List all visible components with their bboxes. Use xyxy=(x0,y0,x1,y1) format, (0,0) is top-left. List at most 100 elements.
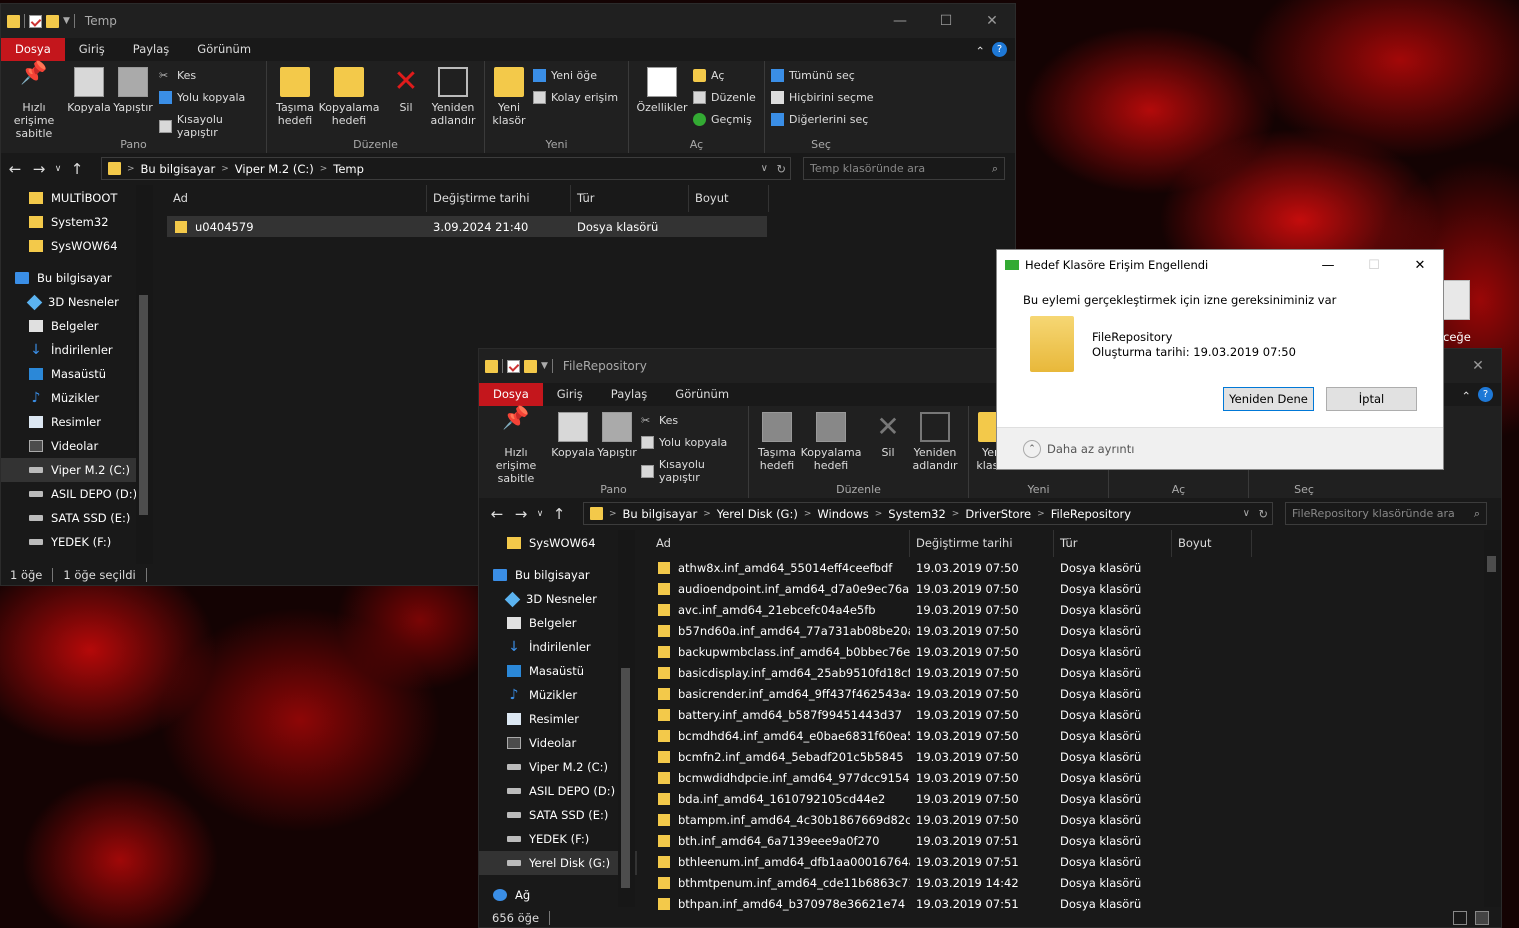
properties-button[interactable]: Özellikler xyxy=(636,67,688,114)
sidebar-item[interactable]: Belgeler xyxy=(479,611,637,635)
desktop-file-label[interactable]: ceğe xyxy=(1443,330,1471,344)
up-arrow-icon[interactable]: ↑ xyxy=(65,160,89,178)
sidebar-item[interactable]: ♪ Müzikler xyxy=(1,386,153,410)
sidebar-item[interactable]: Ağ xyxy=(479,883,637,907)
collapse-ribbon-icon[interactable]: ⌃ xyxy=(975,40,985,63)
paste-button[interactable]: Yapıştır xyxy=(597,412,637,459)
table-row[interactable]: bcmdhd64.inf_amd64_e0bae6831f60ea5f 19.03… xyxy=(650,725,1250,746)
back-arrow-icon[interactable]: ← xyxy=(3,160,27,178)
table-row[interactable]: bthleenum.inf_amd64_dfb1aa00016764af 19.0… xyxy=(650,851,1250,872)
select-all-button[interactable]: Tümünü seç xyxy=(771,69,855,82)
recent-locations-icon[interactable]: ∨ xyxy=(533,509,547,519)
move-to-button[interactable]: Taşıma hedefi xyxy=(275,67,315,127)
tab-home[interactable]: Giriş xyxy=(65,38,119,61)
tab-file[interactable]: Dosya xyxy=(479,383,543,406)
sidebar-item[interactable]: 3D Nesneler xyxy=(479,587,637,611)
paste-shortcut-button[interactable]: Kısayolu yapıştır xyxy=(641,458,748,484)
close-button[interactable]: ✕ xyxy=(969,4,1015,38)
help-icon[interactable]: ? xyxy=(992,42,1007,57)
table-row[interactable]: bda.inf_amd64_1610792105cd44e2 19.03.2019… xyxy=(650,788,1250,809)
chevron-down-icon[interactable]: ▼ xyxy=(63,16,70,26)
retry-button[interactable]: Yeniden Dene xyxy=(1223,387,1314,411)
table-row[interactable]: battery.inf_amd64_b587f99451443d37 19.03.… xyxy=(650,704,1250,725)
refresh-icon[interactable]: ↻ xyxy=(776,162,786,176)
tab-share[interactable]: Paylaş xyxy=(119,38,184,61)
scroll-thumb[interactable] xyxy=(621,668,630,888)
breadcrumb-item[interactable]: FileRepository xyxy=(1051,507,1131,521)
sidebar-item[interactable]: Viper M.2 (C:) xyxy=(479,755,637,779)
sidebar-item[interactable]: ♪ Müzikler xyxy=(479,683,637,707)
sidebar-item[interactable]: MULTİBOOT xyxy=(1,186,153,210)
sidebar-item[interactable]: Masaüstü xyxy=(1,362,153,386)
search-box[interactable]: FileRepository klasöründe ara ⌕ xyxy=(1285,502,1487,525)
rename-button[interactable]: Yeniden adlandır xyxy=(427,67,479,127)
help-icon[interactable]: ? xyxy=(1478,387,1493,402)
sidebar-item[interactable]: Viper M.2 (C:) xyxy=(1,458,153,482)
table-row[interactable]: backupwmbclass.inf_amd64_b0bbec76ea... 19… xyxy=(650,641,1250,662)
tab-view[interactable]: Görünüm xyxy=(183,38,265,61)
forward-arrow-icon[interactable]: → xyxy=(509,505,533,523)
breadcrumb-item[interactable]: System32 xyxy=(888,507,946,521)
move-to-button[interactable]: Taşıma hedefi xyxy=(757,412,797,472)
pin-quick-access-button[interactable]: 📌 Hızlı erişime sabitle xyxy=(485,408,547,486)
chevron-down-icon[interactable]: ▼ xyxy=(541,361,548,371)
table-row[interactable]: bcmwdidhdpcie.inf_amd64_977dcc91546... 19… xyxy=(650,767,1250,788)
cancel-button[interactable]: İptal xyxy=(1326,387,1417,411)
select-none-button[interactable]: Hiçbirini seçme xyxy=(771,91,874,104)
breadcrumb-item[interactable]: Yerel Disk (G:) xyxy=(717,507,798,521)
address-bar[interactable]: > Bu bilgisayar > Viper M.2 (C:) > Temp … xyxy=(101,157,791,180)
sidebar-item[interactable]: Videolar xyxy=(479,731,637,755)
table-row[interactable]: b57nd60a.inf_amd64_77a731ab08be20a5 19.03… xyxy=(650,620,1250,641)
tab-file[interactable]: Dosya xyxy=(1,38,65,61)
nav-scrollbar[interactable] xyxy=(618,530,635,907)
table-row[interactable]: u0404579 3.09.2024 21:40 Dosya klasörü xyxy=(167,216,767,237)
table-row[interactable]: audioendpoint.inf_amd64_d7a0e9ec76a7... 1… xyxy=(650,578,1250,599)
new-folder-button[interactable]: Yeni klasör xyxy=(491,67,527,127)
large-icons-view-icon[interactable] xyxy=(1475,911,1489,925)
refresh-icon[interactable]: ↻ xyxy=(1258,507,1268,521)
history-button[interactable]: Geçmiş xyxy=(693,113,752,126)
minimize-button[interactable]: — xyxy=(877,4,923,38)
sidebar-item[interactable]: Belgeler xyxy=(1,314,153,338)
sidebar-item[interactable]: System32 xyxy=(1,210,153,234)
back-arrow-icon[interactable]: ← xyxy=(485,505,509,523)
table-row[interactable]: basicrender.inf_amd64_9ff437f462543a42 19… xyxy=(650,683,1250,704)
scroll-thumb[interactable] xyxy=(139,295,148,515)
sidebar-item[interactable]: YEDEK (F:) xyxy=(479,827,637,851)
address-dropdown-icon[interactable]: ∨ xyxy=(1243,508,1250,519)
search-box[interactable]: Temp klasöründe ara ⌕ xyxy=(803,157,1005,180)
tab-home[interactable]: Giriş xyxy=(543,383,597,406)
sidebar-item[interactable]: ASIL DEPO (D:) xyxy=(1,482,153,506)
sidebar-item[interactable]: ASIL DEPO (D:) xyxy=(479,779,637,803)
table-row[interactable]: bthmtpenum.inf_amd64_cde11b6863c71... 19.… xyxy=(650,872,1250,893)
sidebar-item[interactable]: Bu bilgisayar xyxy=(1,266,153,290)
properties-icon[interactable] xyxy=(507,359,520,373)
table-row[interactable]: bth.inf_amd64_6a7139eee9a0f270 19.03.2019… xyxy=(650,830,1250,851)
column-date[interactable]: Değiştirme tarihi xyxy=(910,530,1054,557)
sidebar-item[interactable]: Resimler xyxy=(479,707,637,731)
address-dropdown-icon[interactable]: ∨ xyxy=(761,163,768,174)
cut-button[interactable]: ✂ Kes xyxy=(641,414,678,427)
recent-locations-icon[interactable]: ∨ xyxy=(51,164,65,174)
sidebar-item[interactable]: ↓ İndirilenler xyxy=(479,635,637,659)
delete-button[interactable]: ✕ Sil xyxy=(873,412,903,460)
details-view-icon[interactable] xyxy=(1453,911,1467,925)
paste-button[interactable]: Yapıştır xyxy=(113,67,153,114)
scroll-thumb[interactable] xyxy=(1487,556,1496,572)
less-details-link[interactable]: Daha az ayrıntı xyxy=(1047,442,1134,456)
nav-scrollbar[interactable] xyxy=(136,185,153,564)
sidebar-item[interactable]: SysWOW64 xyxy=(1,234,153,258)
sidebar-item[interactable]: Bu bilgisayar xyxy=(479,563,637,587)
table-row[interactable]: btampm.inf_amd64_4c30b1867669d82c 19.03.2… xyxy=(650,809,1250,830)
breadcrumb-item[interactable]: Bu bilgisayar xyxy=(141,162,216,176)
maximize-button[interactable]: ☐ xyxy=(923,4,969,38)
collapse-ribbon-icon[interactable]: ⌃ xyxy=(1461,385,1471,408)
sidebar-item[interactable]: Masaüstü xyxy=(479,659,637,683)
table-row[interactable]: bthpan.inf_amd64_b370978e36621e74 19.03.2… xyxy=(650,893,1250,914)
list-scrollbar[interactable] xyxy=(1484,530,1501,907)
breadcrumb-item[interactable]: Windows xyxy=(817,507,868,521)
sidebar-item[interactable]: Yerel Disk (G:) xyxy=(479,851,637,875)
pin-quick-access-button[interactable]: 📌 Hızlı erişime sabitle xyxy=(3,63,65,141)
close-button[interactable]: ✕ xyxy=(1397,250,1443,280)
sidebar-item[interactable]: Resimler xyxy=(1,410,153,434)
